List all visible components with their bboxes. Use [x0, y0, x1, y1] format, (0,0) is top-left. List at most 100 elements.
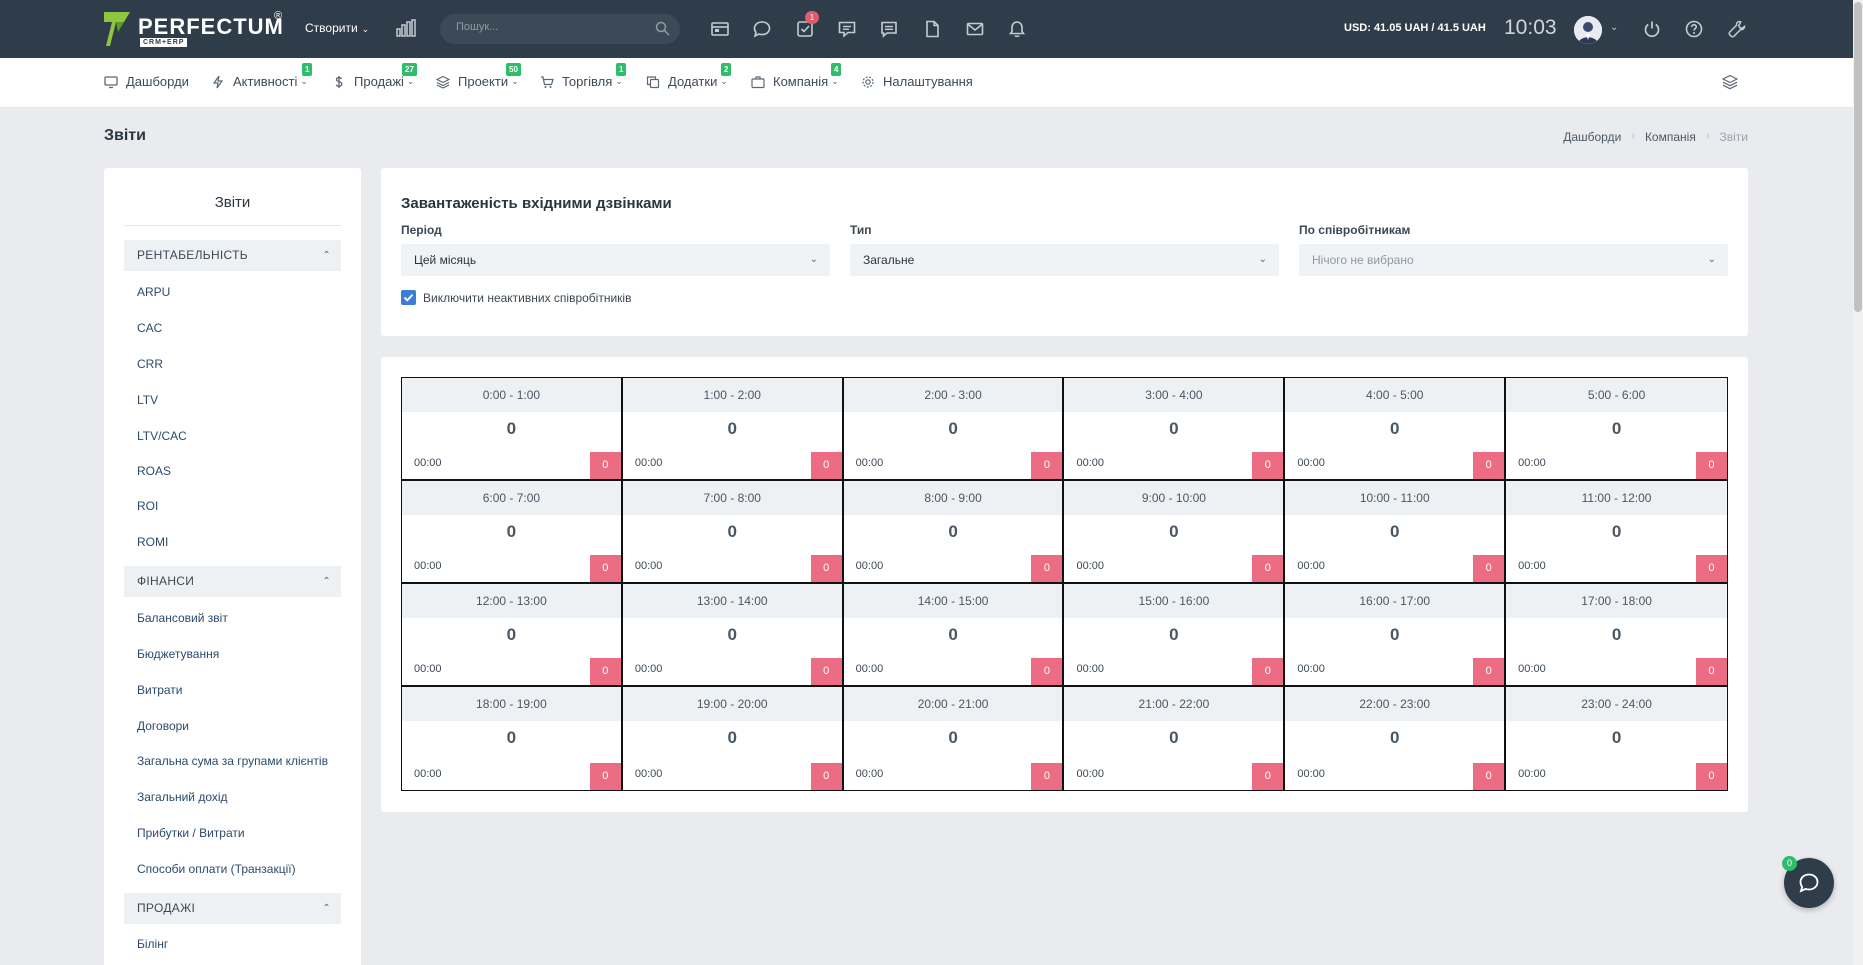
section-header-finance[interactable]: ФІНАНСИ ⌃: [124, 566, 341, 597]
hour-cell: 7:00 - 8:00 0 00:00 0: [622, 481, 844, 584]
missed-calls-badge[interactable]: 0: [1252, 658, 1284, 685]
tasks-button[interactable]: 1: [795, 11, 819, 39]
missed-calls-badge[interactable]: 0: [1473, 658, 1505, 685]
missed-calls-badge[interactable]: 0: [589, 763, 621, 790]
nav-company[interactable]: Компанія ⌄ 4: [751, 63, 842, 89]
missed-calls-badge[interactable]: 0: [810, 658, 842, 685]
report-link[interactable]: ROMI: [137, 535, 168, 549]
search-input[interactable]: [456, 21, 646, 33]
call-duration: 00:00: [1297, 560, 1325, 572]
bell-icon[interactable]: [1007, 19, 1027, 39]
report-link[interactable]: ROAS: [137, 464, 171, 478]
comment-icon[interactable]: [837, 19, 857, 39]
report-link[interactable]: Способи оплати (Транзакції): [137, 862, 296, 876]
period-value: Цей місяць: [414, 253, 477, 267]
hour-range: 0:00 - 1:00: [402, 378, 621, 412]
nav-projects[interactable]: Проекти ⌄ 50: [436, 63, 521, 89]
section-header-sales[interactable]: ПРОДАЖІ ⌃: [124, 893, 341, 924]
missed-calls-badge[interactable]: 0: [589, 555, 621, 582]
missed-calls-badge[interactable]: 0: [1252, 452, 1284, 479]
nav-badge: 27: [402, 63, 417, 76]
exclude-inactive-label[interactable]: Виключити неактивних співробітників: [423, 291, 631, 305]
hour-cell: 2:00 - 3:00 0 00:00 0: [843, 378, 1065, 481]
staff-select[interactable]: Нічого не вибрано ⌄: [1299, 244, 1728, 276]
hour-range: 11:00 - 12:00: [1506, 481, 1727, 515]
hour-cell: 18:00 - 19:00 0 00:00 0: [402, 687, 623, 790]
report-link[interactable]: ROI: [137, 499, 158, 513]
nav-sales[interactable]: Продажі ⌄ 27: [332, 63, 417, 89]
hour-cell: 3:00 - 4:00 0 00:00 0: [1064, 378, 1286, 481]
call-count: 0: [1390, 728, 1400, 747]
call-duration: 00:00: [1297, 663, 1325, 675]
missed-calls-badge[interactable]: 0: [1252, 763, 1284, 790]
period-select[interactable]: Цей місяць ⌄: [401, 244, 830, 276]
hour-cell: 22:00 - 23:00 0 00:00 0: [1285, 687, 1507, 790]
chevron-down-icon: ⌄: [1258, 254, 1267, 265]
hour-range: 13:00 - 14:00: [622, 584, 842, 618]
avatar[interactable]: [1574, 16, 1602, 44]
report-link[interactable]: Бюджетування: [137, 647, 219, 661]
nav-activities[interactable]: Активності ⌄ 1: [211, 63, 313, 89]
missed-calls-badge[interactable]: 0: [1473, 555, 1505, 582]
report-link[interactable]: Загальна сума за групами клієнтів: [137, 754, 328, 768]
chat-widget-button[interactable]: 0: [1782, 856, 1834, 908]
bar-chart-icon[interactable]: [396, 19, 416, 37]
missed-calls-badge[interactable]: 0: [810, 763, 842, 790]
report-link[interactable]: LTV: [137, 393, 158, 407]
message-icon[interactable]: [879, 19, 899, 39]
missed-calls-badge[interactable]: 0: [1473, 452, 1505, 479]
logo[interactable]: PERFECTUM ® CRM+ERP: [104, 10, 284, 50]
scrollbar[interactable]: [1853, 0, 1863, 965]
breadcrumb-item[interactable]: Компанія: [1645, 130, 1696, 144]
exclude-inactive-checkbox[interactable]: [401, 290, 416, 305]
missed-calls-badge[interactable]: 0: [589, 658, 621, 685]
newspaper-icon[interactable]: [710, 19, 730, 39]
report-link[interactable]: Білінг: [137, 937, 168, 951]
wrench-icon[interactable]: [1727, 19, 1747, 39]
report-link[interactable]: Балансовий звіт: [137, 611, 228, 625]
mail-icon[interactable]: [965, 19, 985, 39]
report-link[interactable]: Договори: [137, 719, 189, 733]
power-icon[interactable]: [1642, 19, 1662, 39]
missed-calls-badge[interactable]: 0: [810, 452, 842, 479]
report-link[interactable]: ARPU: [137, 285, 170, 299]
report-link[interactable]: Прибутки / Витрати: [137, 826, 245, 840]
chevron-down-icon[interactable]: ⌄: [1610, 22, 1618, 33]
missed-calls-badge[interactable]: 0: [1695, 763, 1727, 790]
chevron-down-icon: ⌄: [720, 76, 728, 86]
nav-settings[interactable]: Налаштування: [861, 74, 973, 89]
scrollbar-thumb[interactable]: [1854, 2, 1862, 312]
missed-calls-badge[interactable]: 0: [1473, 763, 1505, 790]
missed-calls-badge[interactable]: 0: [1031, 763, 1063, 790]
missed-calls-badge[interactable]: 0: [1695, 452, 1727, 479]
type-select[interactable]: Загальне ⌄: [850, 244, 1279, 276]
chevron-up-icon: ⌃: [322, 576, 331, 587]
report-link[interactable]: CAC: [137, 321, 162, 335]
report-link[interactable]: Загальний дохід: [137, 790, 228, 804]
help-icon[interactable]: [1684, 19, 1704, 39]
section-header-profitability[interactable]: РЕНТАБЕЛЬНІСТЬ ⌃: [124, 240, 341, 271]
create-button[interactable]: Створити ⌄: [305, 21, 369, 35]
missed-calls-badge[interactable]: 0: [1695, 658, 1727, 685]
report-link[interactable]: CRR: [137, 357, 163, 371]
breadcrumb-item[interactable]: Дашборди: [1563, 130, 1621, 144]
document-icon[interactable]: [922, 19, 942, 39]
missed-calls-badge[interactable]: 0: [810, 555, 842, 582]
search-icon[interactable]: [655, 21, 670, 36]
missed-calls-badge[interactable]: 0: [1695, 555, 1727, 582]
report-link[interactable]: LTV/CAC: [137, 429, 187, 443]
report-link[interactable]: Витрати: [137, 683, 183, 697]
call-count: 0: [1390, 419, 1400, 438]
missed-calls-badge[interactable]: 0: [1031, 555, 1063, 582]
missed-calls-badge[interactable]: 0: [589, 452, 621, 479]
nav-trade[interactable]: Торгівля ⌄ 1: [540, 63, 627, 89]
nav-addons[interactable]: Додатки ⌄ 2: [646, 63, 732, 89]
chevron-down-icon: ⌄: [615, 76, 623, 86]
missed-calls-badge[interactable]: 0: [1031, 658, 1063, 685]
call-count: 0: [727, 728, 737, 747]
missed-calls-badge[interactable]: 0: [1252, 555, 1284, 582]
chat-bubble-icon[interactable]: [752, 19, 772, 39]
layers-icon[interactable]: [1722, 74, 1738, 90]
nav-dashboards[interactable]: Дашборди: [104, 74, 189, 89]
missed-calls-badge[interactable]: 0: [1031, 452, 1063, 479]
